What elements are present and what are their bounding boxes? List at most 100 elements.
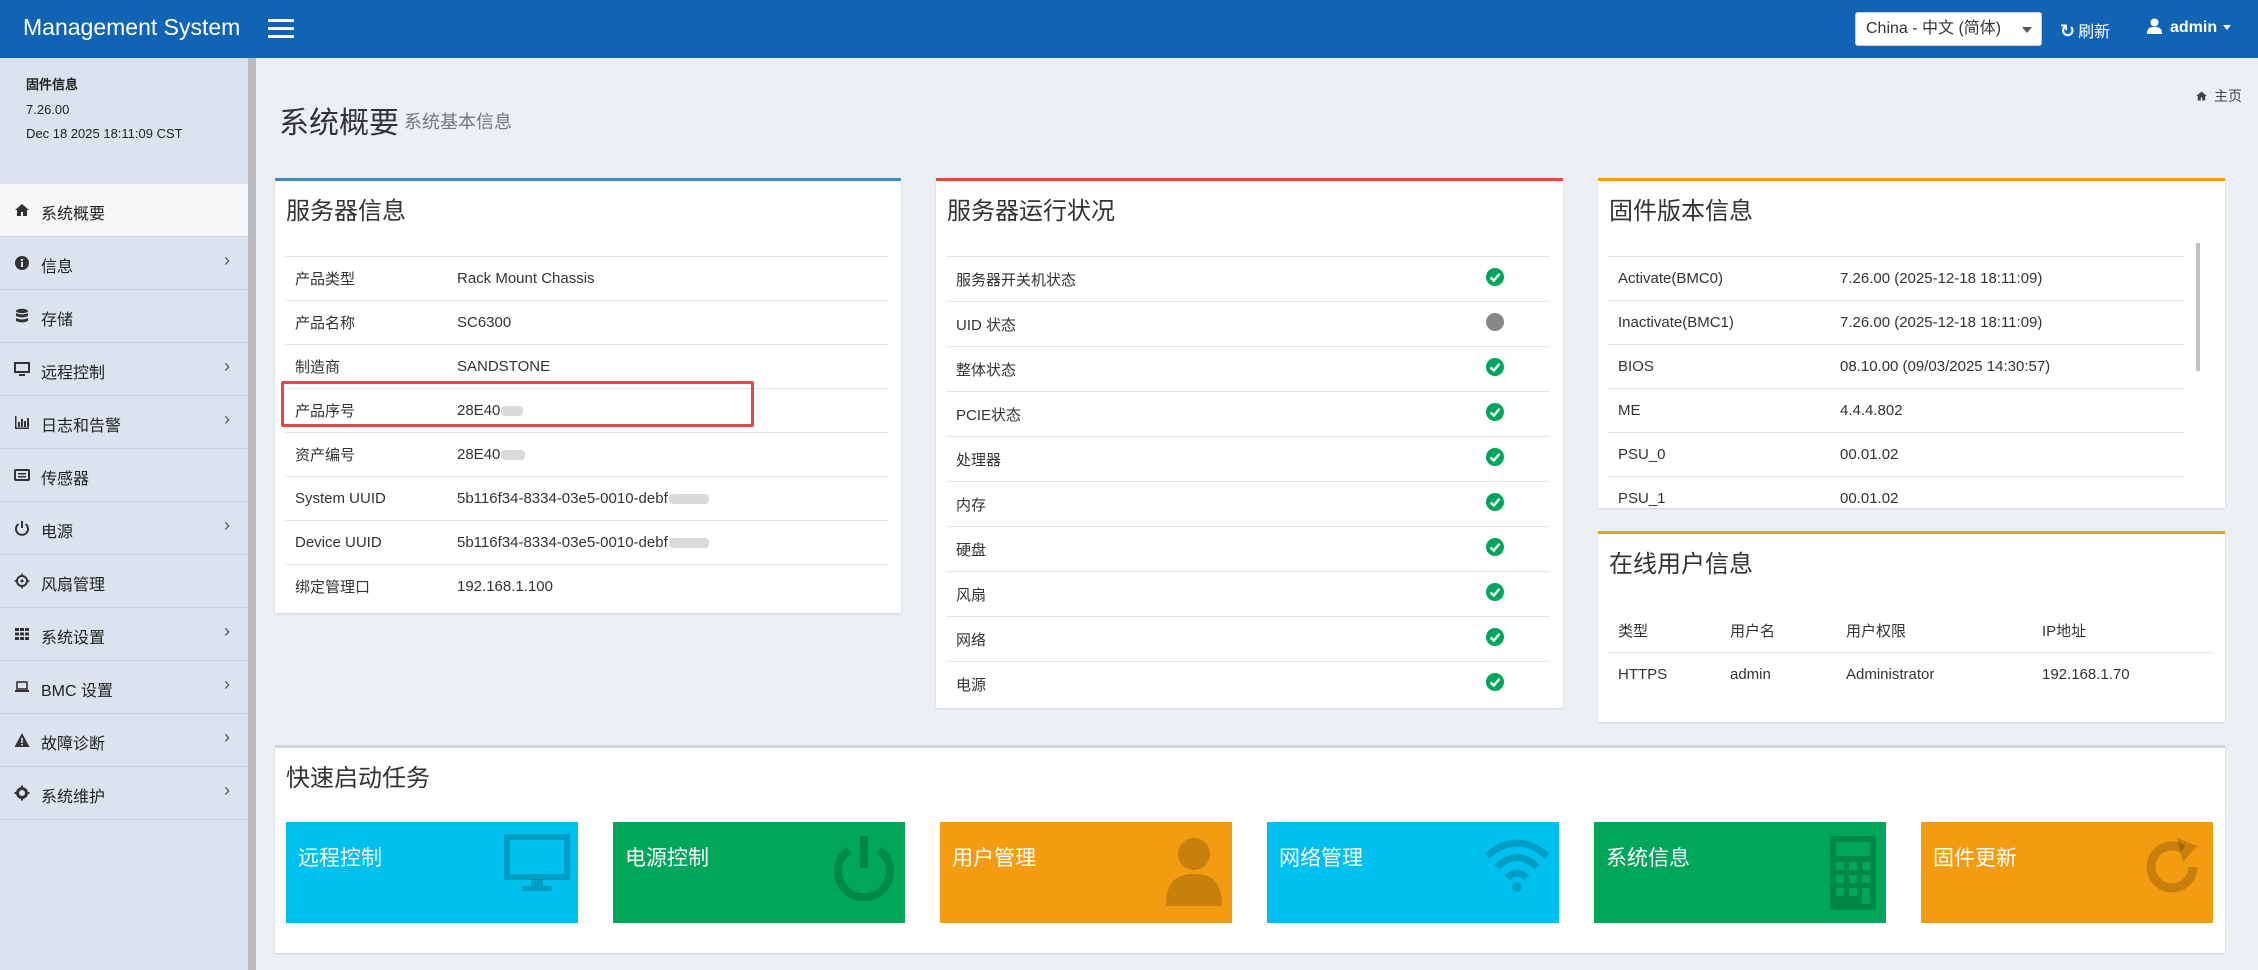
- user-type: HTTPS: [1608, 652, 1720, 696]
- page-subtitle: 系统基本信息: [404, 112, 512, 132]
- chevron-right-icon: ›: [224, 409, 230, 429]
- sidebar-item-bmc-settings[interactable]: BMC 设置 ›: [0, 661, 248, 714]
- language-select[interactable]: China - 中文 (简体): [1855, 12, 2042, 46]
- sidebar-toggle-icon[interactable]: [268, 19, 294, 39]
- sidebar-item-diagnostics[interactable]: 故障诊断 ›: [0, 714, 248, 767]
- firmware-key: Activate(BMC0): [1608, 256, 1830, 301]
- info-value-cell: 5b116f34-8334-03e5-0010-debf: [447, 476, 889, 521]
- status-indicator-cell: [1476, 391, 1550, 437]
- sidebar-item-label: 系统设置: [41, 630, 106, 647]
- status-key: 硬盘: [946, 526, 1476, 572]
- check-circle-icon: [1486, 493, 1504, 511]
- quick-task-power-control[interactable]: 电源控制: [613, 822, 905, 923]
- table-row: 内存: [946, 481, 1550, 527]
- chevron-right-icon: ›: [224, 356, 230, 376]
- status-indicator-cell: [1476, 481, 1550, 527]
- quick-task-remote-control[interactable]: 远程控制: [286, 822, 578, 923]
- redacted-mark: [501, 450, 526, 461]
- table-row: BIOS 08.10.00 (09/03/2025 14:30:57): [1608, 344, 2184, 389]
- quick-task-user-management[interactable]: 用户管理: [940, 822, 1232, 923]
- tile-label: 电源控制: [625, 847, 709, 870]
- info-value: 28E40: [457, 446, 501, 463]
- sidebar-item-sensors[interactable]: 传感器: [0, 449, 248, 502]
- sidebar-nav: 系统概要 信息 › 存储 远程控制 › 日志和告警 › 传感器 电源 › 风扇管…: [0, 184, 248, 820]
- chevron-right-icon: ›: [224, 515, 230, 535]
- table-row: 产品类型 Rack Mount Chassis: [285, 256, 889, 301]
- chevron-right-icon: ›: [224, 250, 230, 270]
- server-info-table: 产品类型 Rack Mount Chassis 产品名称 SC6300 制造商 SAN…: [285, 256, 889, 608]
- status-key: 处理器: [946, 436, 1476, 482]
- check-circle-icon: [1486, 628, 1504, 646]
- tile-label: 固件更新: [1933, 847, 2017, 870]
- server-status-table: 服务器开关机状态 UID 状态 整体状态 PCIE状态 处理器 内存 硬盘 风扇 网络 电源: [946, 256, 1550, 706]
- status-key: 整体状态: [946, 346, 1476, 392]
- status-indicator-cell: [1476, 616, 1550, 662]
- sidebar-item-remote-control[interactable]: 远程控制 ›: [0, 343, 248, 396]
- user-menu[interactable]: admin: [2147, 18, 2232, 37]
- refresh-button[interactable]: ↻ 刷新: [2060, 18, 2110, 42]
- tile-label: 用户管理: [952, 847, 1036, 870]
- firmware-key: Inactivate(BMC1): [1608, 300, 1830, 345]
- quick-task-system-info[interactable]: 系统信息: [1594, 822, 1886, 923]
- status-key: PCIE状态: [946, 391, 1476, 437]
- refresh-icon: [2146, 838, 2198, 893]
- caret-down-icon: [2022, 27, 2032, 33]
- firmware-key: BIOS: [1608, 344, 1830, 389]
- power-icon: [834, 836, 894, 902]
- info-value: 5b116f34-8334-03e5-0010-debf: [457, 534, 668, 551]
- quick-task-firmware-update[interactable]: 固件更新: [1921, 822, 2213, 923]
- chevron-right-icon: ›: [224, 674, 230, 694]
- refresh-label: 刷新: [2078, 24, 2111, 41]
- sidebar-scrollbar[interactable]: [248, 58, 256, 970]
- firmware-value: 00.01.02: [1830, 432, 2184, 477]
- firmware-date: Dec 18 2025 18:11:09 CST: [26, 126, 183, 141]
- sensor-icon: [14, 469, 30, 481]
- firmware-version-panel: 固件版本信息 Activate(BMC0) 7.26.00 (2025-12-18…: [1598, 178, 2225, 508]
- sidebar-item-info[interactable]: 信息 ›: [0, 237, 248, 290]
- sidebar-item-power[interactable]: 电源 ›: [0, 502, 248, 555]
- sidebar-item-overview[interactable]: 系统概要: [0, 184, 248, 237]
- sidebar-item-label: BMC 设置: [41, 683, 114, 700]
- sidebar-item-storage[interactable]: 存储: [0, 290, 248, 343]
- breadcrumb[interactable]: 主页: [2195, 86, 2242, 106]
- firmware-key: PSU_1: [1608, 476, 1830, 508]
- status-indicator-cell: [1476, 346, 1550, 392]
- table-row: Activate(BMC0) 7.26.00 (2025-12-18 18:11:…: [1608, 256, 2184, 301]
- status-indicator-cell: [1476, 436, 1550, 482]
- tile-label: 远程控制: [298, 847, 382, 870]
- server-status-panel: 服务器运行状况 服务器开关机状态 UID 状态 整体状态 PCIE状态 处理器 内存 硬盘风…: [936, 178, 1563, 708]
- column-header: 类型: [1618, 623, 1649, 640]
- check-circle-icon: [1486, 448, 1504, 466]
- redacted-mark: [668, 494, 709, 505]
- info-value: Rack Mount Chassis: [447, 256, 889, 301]
- sidebar-item-label: 故障诊断: [41, 736, 106, 753]
- table-row: 处理器: [946, 436, 1550, 482]
- table-row: 网络: [946, 616, 1550, 662]
- sidebar-item-label: 远程控制: [41, 365, 106, 382]
- sidebar-item-label: 电源: [41, 524, 74, 541]
- firmware-value: 4.4.4.802: [1830, 388, 2184, 433]
- user-name: admin: [1720, 652, 1836, 696]
- table-row: HTTPS admin Administrator 192.168.1.70: [1608, 652, 2212, 696]
- sidebar-item-fan[interactable]: 风扇管理: [0, 555, 248, 608]
- chevron-right-icon: ›: [224, 621, 230, 641]
- firmware-scrollbar[interactable]: [2196, 243, 2200, 371]
- sidebar-item-system-settings[interactable]: 系统设置 ›: [0, 608, 248, 661]
- status-key: 风扇: [946, 571, 1476, 617]
- chevron-right-icon: ›: [224, 727, 230, 747]
- database-icon: [16, 308, 28, 323]
- status-key: 电源: [946, 661, 1476, 706]
- firmware-title: 固件信息: [26, 77, 79, 92]
- sidebar-item-maintenance[interactable]: 系统维护 ›: [0, 767, 248, 820]
- user-role: Administrator: [1836, 652, 2032, 696]
- panel-title: 在线用户信息: [1609, 551, 1753, 578]
- quick-task-network-management[interactable]: 网络管理: [1267, 822, 1559, 923]
- fan-icon: [14, 573, 30, 589]
- sidebar-item-label: 系统维护: [41, 789, 106, 806]
- check-circle-icon: [1486, 268, 1504, 286]
- firmware-value: 7.26.00 (2025-12-18 18:11:09): [1830, 256, 2184, 301]
- app-brand[interactable]: Management System: [23, 14, 240, 41]
- table-header-row: 类型 用户名 用户权限 IP地址: [1608, 609, 2212, 653]
- status-key: 内存: [946, 481, 1476, 527]
- sidebar-item-logs-alerts[interactable]: 日志和告警 ›: [0, 396, 248, 449]
